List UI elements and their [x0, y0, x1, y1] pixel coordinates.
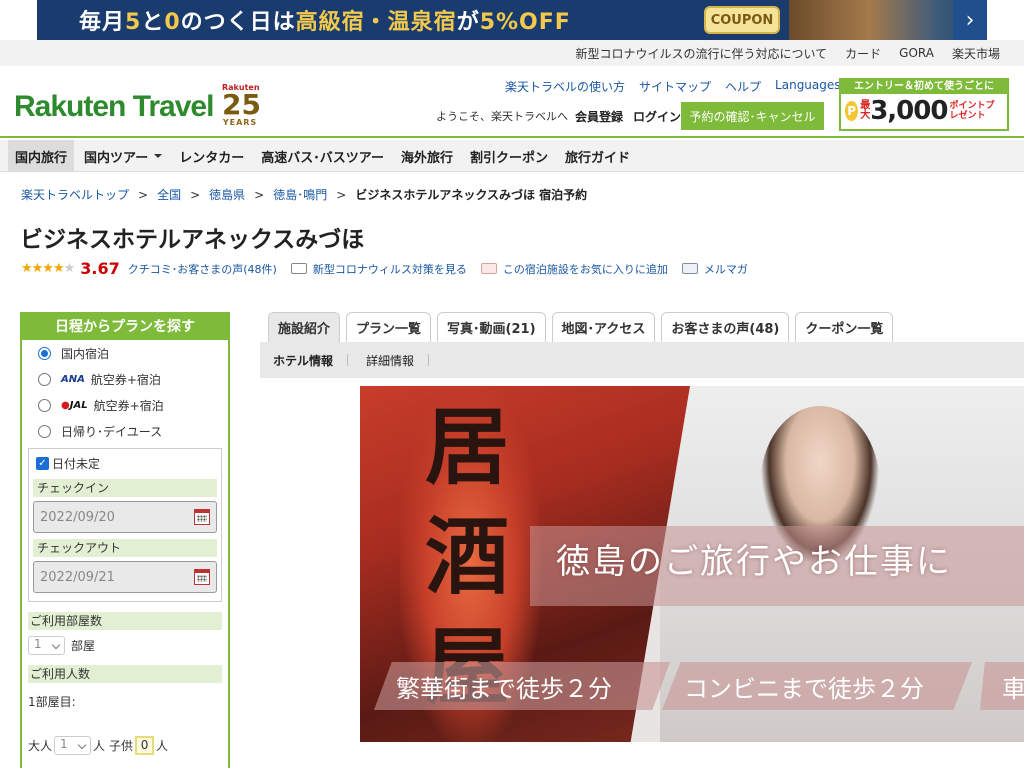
ana-logo: ANA — [61, 373, 85, 385]
child-count-field[interactable]: 0 — [135, 736, 155, 755]
option-ana-package[interactable]: ANA 航空券+宿泊 — [22, 366, 228, 392]
tab-coupons[interactable]: クーポン一覧 — [795, 312, 894, 342]
hero-tag-downtown: 繁華街まで徒歩２分 — [374, 662, 670, 710]
tab-map[interactable]: 地図･アクセス — [551, 312, 656, 342]
promo-banner[interactable]: 毎月5と0のつく日は高級宿・温泉宿が5%OFF COUPON › — [37, 0, 987, 40]
points-promo-banner[interactable]: エントリー＆初めて使うごとに P 最大 3,000 ポイントプレゼント — [839, 78, 1009, 131]
nav-overseas[interactable]: 海外旅行 — [394, 140, 460, 172]
checkout-date-input[interactable]: 2022/09/21 — [33, 561, 217, 593]
tab-reviews[interactable]: お客さまの声(48) — [661, 312, 790, 342]
breadcrumb-top[interactable]: 楽天トラベルトップ — [21, 186, 129, 203]
jal-logo: ●JAL — [61, 399, 88, 411]
nav-rent-a-car[interactable]: レンタカー — [172, 140, 251, 172]
document-icon — [290, 263, 307, 274]
radio-button[interactable] — [38, 398, 51, 412]
adult-label: 大人 — [28, 739, 53, 753]
util-link-card[interactable]: カード — [836, 45, 890, 62]
tab-plans[interactable]: プラン一覧 — [346, 312, 432, 342]
promo-heading: エントリー＆初めて使うごとに — [841, 80, 1007, 94]
nav-domestic-tour[interactable]: 国内ツアー — [77, 140, 169, 172]
favorite-icon — [480, 263, 497, 274]
breadcrumb-area[interactable]: 徳島･鳴門 — [273, 186, 327, 203]
plan-search-panel: 日程からプランを探す 国内宿泊 ANA 航空券+宿泊 ●JAL 航空券+宿泊 日… — [20, 312, 230, 768]
room1-label: 1部屋目: — [28, 695, 76, 709]
option-day-use[interactable]: 日帰り･デイユース — [22, 418, 228, 444]
radio-button[interactable] — [38, 372, 51, 386]
banner-coupon-badge: COUPON — [704, 6, 780, 34]
rating-row: ★★★★★ 3.67 クチコミ･お客さまの声(48件) 新型コロナウィルス対策を… — [21, 259, 748, 278]
checkin-date-input[interactable]: 2022/09/20 — [33, 501, 217, 533]
nav-domestic-travel[interactable]: 国内旅行 — [8, 140, 75, 172]
banner-headline: 毎月5と0のつく日は高級宿・温泉宿が5%OFF — [79, 10, 571, 35]
utility-bar: 新型コロナウイルスの流行に伴う対応について カード GORA 楽天市場 — [0, 40, 1024, 66]
checkout-label: チェックアウト — [33, 539, 217, 557]
site-logo[interactable]: Rakuten Travel — [14, 90, 214, 124]
tab-facility-intro[interactable]: 施設紹介 — [268, 312, 341, 342]
date-selector: ✓ 日付未定 チェックイン 2022/09/20 チェックアウト 2022/09… — [28, 448, 222, 602]
util-link-ichiba[interactable]: 楽天市場 — [943, 45, 1009, 62]
nav-travel-guide[interactable]: 旅行ガイド — [558, 140, 637, 172]
breadcrumb-prefecture[interactable]: 徳島県 — [209, 186, 245, 203]
util-link-covid[interactable]: 新型コロナウイルスの流行に伴う対応について — [567, 45, 837, 62]
hero-tag-car: 車 — [980, 662, 1024, 710]
breadcrumb-current: ビジネスホテルアネックスみづほ 宿泊予約 — [355, 188, 588, 202]
covid-measures-link[interactable]: 新型コロナウィルス対策を見る — [313, 261, 467, 277]
reservation-check-button[interactable]: 予約の確認･キャンセル — [681, 102, 824, 130]
add-favorite-link[interactable]: この宿泊施設をお気に入りに追加 — [503, 261, 668, 277]
calendar-icon[interactable] — [194, 509, 210, 525]
date-undecided-checkbox[interactable]: ✓ 日付未定 — [33, 453, 217, 473]
checkin-label: チェックイン — [33, 479, 217, 497]
breadcrumb: 楽天トラベルトップ > 全国 > 徳島県 > 徳島･鳴門 > ビジネスホテルアネ… — [21, 186, 588, 203]
child-label: 子供 — [109, 739, 134, 753]
nav-bus[interactable]: 高速バス･バスツアー — [254, 140, 391, 172]
rooms-label: ご利用部屋数 — [28, 612, 222, 630]
facility-tabs: 施設紹介 プラン一覧 写真･動画(21) 地図･アクセス お客さまの声(48) … — [268, 312, 894, 342]
hero-image: 居酒屋 徳島のご旅行やお仕事に 繁華街まで徒歩２分 コンビニまで徒歩２分 車 — [360, 386, 1024, 742]
radio-button[interactable] — [38, 346, 51, 360]
welcome-text: ようこそ、楽天トラベルへ — [436, 110, 568, 123]
rating-score: 3.67 — [80, 259, 120, 278]
breadcrumb-nationwide[interactable]: 全国 — [157, 186, 181, 203]
option-jal-package[interactable]: ●JAL 航空券+宿泊 — [22, 392, 228, 418]
chevron-right-icon[interactable]: › — [953, 0, 987, 40]
header-link-howto[interactable]: 楽天トラベルの使い方 — [498, 78, 632, 95]
checkmark-icon[interactable]: ✓ — [36, 456, 49, 470]
plan-search-heading: 日程からプランを探す — [22, 314, 228, 340]
sub-tabs: ホテル情報 詳細情報 — [260, 342, 1024, 378]
nav-coupon[interactable]: 割引クーポン — [463, 140, 555, 172]
option-domestic-stay[interactable]: 国内宿泊 — [22, 340, 228, 366]
anniversary-logo: Rakuten 25 YEARS — [222, 83, 261, 127]
rooms-unit: 部屋 — [71, 639, 96, 653]
subtab-details[interactable]: 詳細情報 — [366, 352, 414, 369]
rooms-select[interactable]: 1 — [28, 636, 65, 655]
radio-button[interactable] — [38, 424, 51, 438]
login-link[interactable]: ログイン — [633, 108, 681, 125]
caret-down-icon — [154, 154, 163, 162]
tab-photos[interactable]: 写真･動画(21) — [437, 312, 546, 342]
hero-caption: 徳島のご旅行やお仕事に — [556, 542, 952, 582]
promo-points: 3,000 — [870, 96, 948, 126]
hero-tag-convenience: コンビニまで徒歩２分 — [662, 662, 972, 710]
newsletter-link[interactable]: メルマガ — [704, 261, 748, 277]
rating-stars-icon: ★★★★★ — [21, 261, 75, 276]
point-coin-icon: P — [845, 101, 859, 121]
page-title: ビジネスホテルアネックスみづほ — [20, 227, 365, 253]
site-header: Rakuten Travel Rakuten 25 YEARS 楽天トラベルの使… — [0, 66, 1024, 138]
promo-max-label: 最大 — [860, 100, 871, 121]
register-link[interactable]: 会員登録 — [575, 108, 623, 125]
promo-points-label: ポイントプレゼント — [949, 101, 995, 121]
mail-icon — [681, 263, 698, 274]
calendar-icon[interactable] — [194, 569, 210, 585]
reviews-link[interactable]: クチコミ･お客さまの声(48件) — [128, 261, 277, 277]
subtab-hotel-info[interactable]: ホテル情報 — [273, 352, 333, 369]
guests-label: ご利用人数 — [28, 665, 222, 683]
header-link-help[interactable]: ヘルプ — [718, 78, 768, 95]
global-nav: 国内旅行 国内ツアー レンタカー 高速バス･バスツアー 海外旅行 割引クーポン … — [0, 140, 1024, 172]
header-link-sitemap[interactable]: サイトマップ — [632, 78, 718, 95]
adult-select[interactable]: 1 — [54, 736, 92, 755]
util-link-gora[interactable]: GORA — [890, 46, 943, 60]
